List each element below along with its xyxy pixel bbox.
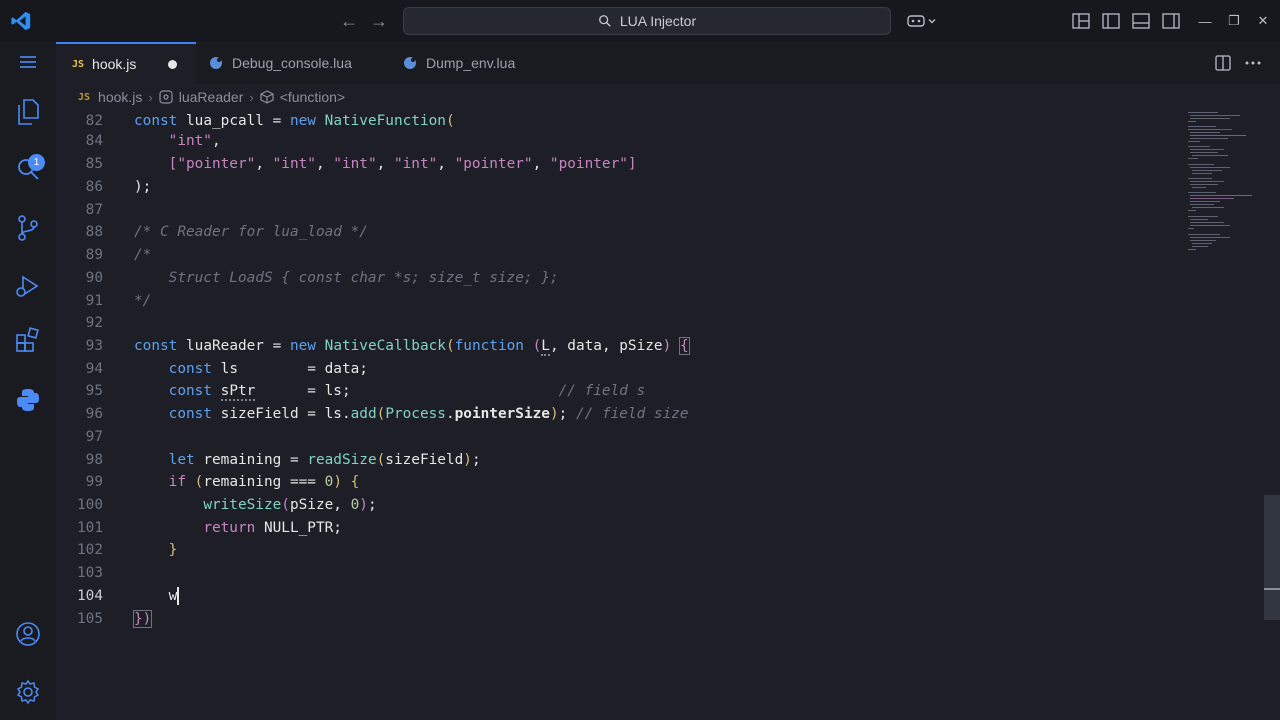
code-line[interactable]: 95 const sPtr = ls; // field s [56, 380, 1186, 402]
code-line[interactable]: 87 [56, 199, 1186, 221]
code-line[interactable]: 98 let remaining = readSize(sizeField); [56, 449, 1186, 471]
code-line[interactable]: 99 if (remaining === 0) { [56, 471, 1186, 493]
current-code-line[interactable]: 104 w [56, 585, 1186, 607]
run-debug-icon[interactable] [14, 272, 42, 300]
explorer-icon[interactable] [14, 98, 42, 126]
code-line[interactable]: 102 } [56, 539, 1186, 561]
vertical-scrollbar-thumb[interactable] [1264, 495, 1280, 620]
more-actions-icon[interactable] [1242, 52, 1264, 74]
title-bar: ← → LUA Injector — ❐ ✕ [0, 0, 1280, 42]
search-icon [598, 15, 611, 27]
code-line[interactable]: 105}) [56, 608, 1186, 630]
minimize-icon[interactable]: — [1190, 8, 1220, 34]
chevron-down-icon [928, 19, 936, 24]
breadcrumb: JS hook.js › luaReader › <function> [56, 84, 1280, 110]
python-icon[interactable] [14, 386, 42, 414]
chevron-right-icon: › [148, 89, 153, 105]
copilot-button[interactable] [902, 9, 942, 33]
customize-layout-icon[interactable] [1070, 10, 1092, 32]
arrow-right-icon[interactable]: → [368, 10, 390, 32]
accounts-icon[interactable] [14, 620, 42, 648]
toggle-panel-icon[interactable] [1130, 10, 1152, 32]
text-cursor [177, 587, 180, 605]
code-line[interactable]: 86); [56, 176, 1186, 198]
restore-icon[interactable]: ❐ [1219, 8, 1249, 34]
copilot-icon [907, 15, 925, 27]
code-line[interactable]: 89/* [56, 244, 1186, 266]
command-center-label: LUA Injector [619, 13, 697, 29]
vscode-logo-icon[interactable] [8, 8, 34, 34]
code-line[interactable]: 101 return NULL_PTR; [56, 517, 1186, 539]
menu-icon[interactable] [14, 48, 42, 76]
tab-hook-js[interactable]: JS hook.js [56, 42, 196, 84]
code-line[interactable]: 92 [56, 312, 1186, 334]
breadcrumb-symbol[interactable]: luaReader [179, 89, 244, 105]
variable-symbol-icon [159, 90, 173, 104]
code-line[interactable]: 100 writeSize(pSize, 0); [56, 494, 1186, 516]
close-icon[interactable]: ✕ [1248, 8, 1278, 34]
tab-bar: JS hook.js Debug_console.lua Dump_env.lu… [56, 42, 1280, 84]
js-icon: JS [72, 58, 85, 70]
command-center-search[interactable]: LUA Injector [403, 7, 891, 35]
tab-label: Dump_env.lua [426, 55, 516, 71]
code-line[interactable]: 97 [56, 426, 1186, 448]
tab-label: Debug_console.lua [232, 55, 352, 71]
code-line[interactable]: 94 const ls = data; [56, 358, 1186, 380]
lua-icon [210, 57, 222, 69]
toggle-primary-sidebar-icon[interactable] [1100, 10, 1122, 32]
tab-label: hook.js [92, 56, 137, 72]
code-line[interactable]: 103 [56, 562, 1186, 584]
tab-debug-console-lua[interactable]: Debug_console.lua [196, 42, 390, 84]
code-line[interactable]: 90 Struct LoadS { const char *s; size_t … [56, 267, 1186, 289]
function-symbol-icon [260, 90, 274, 104]
extensions-icon[interactable] [14, 326, 42, 354]
breadcrumb-file[interactable]: hook.js [98, 89, 142, 105]
settings-gear-icon[interactable] [14, 678, 42, 706]
code-line[interactable]: 88/* C Reader for lua_load */ [56, 221, 1186, 243]
lua-icon [404, 57, 416, 69]
code-line[interactable]: 96 const sizeField = ls.add(Process.poin… [56, 403, 1186, 425]
breadcrumb-scope[interactable]: <function> [280, 89, 345, 105]
code-line[interactable]: 91 */ [56, 290, 1186, 312]
minimap[interactable] [1188, 110, 1258, 260]
code-line[interactable]: 85 ["pointer", "int", "int", "int", "poi… [56, 153, 1186, 175]
tab-dump-env-lua[interactable]: Dump_env.lua [390, 42, 550, 84]
line-number: 82 [85, 113, 103, 129]
search-icon[interactable] [14, 155, 42, 183]
activity-bar: 1 [0, 42, 56, 720]
arrow-left-icon[interactable]: ← [338, 10, 360, 32]
js-icon: JS [78, 91, 91, 103]
code-editor[interactable]: 82 const lua_pcall = new NativeFunction( … [56, 110, 1280, 720]
unsaved-dot-icon[interactable] [168, 59, 178, 69]
scrollbar-cursor-marker [1264, 588, 1280, 590]
code-line[interactable]: 82 const lua_pcall = new NativeFunction( [56, 110, 1186, 132]
chevron-right-icon: › [249, 89, 254, 105]
code-line[interactable]: 93 const luaReader = new NativeCallback(f… [56, 335, 1186, 357]
toggle-secondary-sidebar-icon[interactable] [1160, 10, 1182, 32]
split-editor-icon[interactable] [1212, 52, 1234, 74]
code-line[interactable]: 84 "int", [56, 130, 1186, 152]
source-control-icon[interactable] [14, 214, 42, 242]
